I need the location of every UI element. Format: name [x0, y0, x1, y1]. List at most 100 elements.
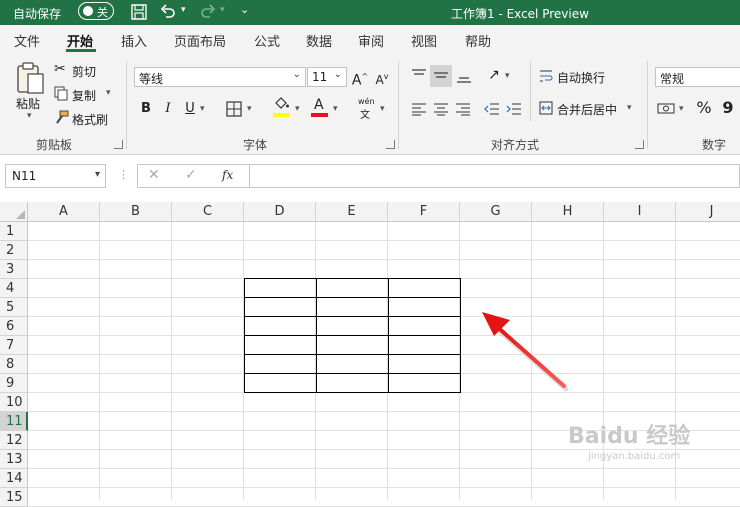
font-color-dropdown-icon[interactable]: ▾ — [333, 104, 338, 114]
orientation-icon[interactable]: ↗ — [484, 65, 504, 85]
row-header-1[interactable]: 1 — [0, 222, 28, 241]
bordered-cell-f5[interactable] — [388, 297, 461, 317]
column-header-e[interactable]: E — [316, 202, 388, 222]
customize-toolbar-icon[interactable]: ⌄ — [240, 3, 249, 16]
column-header-d[interactable]: D — [244, 202, 316, 222]
row-header-4[interactable]: 4 — [0, 279, 28, 298]
bordered-cell-f9[interactable] — [388, 373, 461, 393]
column-header-g[interactable]: G — [460, 202, 532, 222]
bordered-cell-f6[interactable] — [388, 316, 461, 336]
column-header-a[interactable]: A — [28, 202, 100, 222]
select-all-button[interactable] — [0, 202, 28, 222]
formula-input[interactable] — [250, 164, 740, 188]
bordered-cell-e4[interactable] — [316, 278, 389, 298]
borders-dropdown-icon[interactable]: ▾ — [247, 104, 252, 114]
increase-indent-icon[interactable] — [506, 102, 522, 116]
row-header-14[interactable]: 14 — [0, 469, 28, 488]
row-header-8[interactable]: 8 — [0, 355, 28, 374]
align-right-icon[interactable] — [455, 102, 471, 116]
bordered-cell-e6[interactable] — [316, 316, 389, 336]
undo-dropdown-icon[interactable]: ▾ — [181, 5, 186, 15]
bordered-cell-f4[interactable] — [388, 278, 461, 298]
cut-button[interactable]: ✂ 剪切 — [54, 61, 124, 79]
grow-font-icon[interactable]: A^ — [350, 67, 370, 89]
name-box[interactable]: N11 ▾ — [5, 164, 106, 188]
fill-color-dropdown-icon[interactable]: ▾ — [295, 104, 300, 114]
row-header-5[interactable]: 5 — [0, 298, 28, 317]
italic-button[interactable]: I — [158, 99, 178, 119]
column-header-b[interactable]: B — [100, 202, 172, 222]
column-header-i[interactable]: I — [604, 202, 676, 222]
row-header-11[interactable]: 11 — [0, 412, 28, 431]
align-left-icon[interactable] — [411, 102, 427, 116]
row-header-7[interactable]: 7 — [0, 336, 28, 355]
merge-center-button[interactable]: 合并后居中 ▾ — [539, 99, 639, 119]
align-middle-button[interactable] — [430, 65, 452, 87]
bold-button[interactable]: B — [136, 99, 156, 119]
insert-function-button[interactable]: fx — [222, 168, 233, 182]
bordered-cell-d6[interactable] — [244, 316, 317, 336]
bordered-cell-d4[interactable] — [244, 278, 317, 298]
font-name-select[interactable]: 等线 ⌄ — [134, 67, 306, 87]
row-header-12[interactable]: 12 — [0, 431, 28, 450]
save-icon[interactable] — [130, 3, 148, 21]
font-size-select[interactable]: 11 ⌄ — [307, 67, 347, 87]
bordered-cell-e9[interactable] — [316, 373, 389, 393]
merge-dropdown-icon[interactable]: ▾ — [627, 103, 632, 113]
column-header-f[interactable]: F — [388, 202, 460, 222]
borders-icon[interactable] — [226, 101, 242, 117]
drag-handle-icon[interactable]: ⋮ — [118, 168, 129, 181]
column-header-c[interactable]: C — [172, 202, 244, 222]
font-launcher-icon[interactable] — [386, 140, 395, 149]
copy-dropdown-icon[interactable]: ▾ — [106, 88, 111, 98]
row-header-15[interactable]: 15 — [0, 488, 28, 507]
phonetic-button[interactable]: wén 文 — [356, 97, 378, 121]
bordered-cell-d8[interactable] — [244, 354, 317, 374]
column-header-j[interactable]: J — [676, 202, 740, 222]
row-header-6[interactable]: 6 — [0, 317, 28, 336]
tab-view[interactable]: 视图 — [411, 31, 437, 50]
autosave-toggle[interactable]: 关 — [78, 2, 114, 20]
align-center-icon[interactable] — [433, 102, 449, 116]
undo-icon[interactable] — [160, 3, 176, 19]
tab-file[interactable]: 文件 — [14, 31, 40, 50]
fill-color-button[interactable] — [272, 97, 292, 119]
comma-style-button[interactable]: 9 — [718, 98, 738, 118]
orientation-dropdown-icon[interactable]: ▾ — [505, 71, 510, 81]
tab-review[interactable]: 审阅 — [358, 31, 384, 50]
underline-dropdown-icon[interactable]: ▾ — [200, 104, 205, 114]
tab-formulas[interactable]: 公式 — [254, 31, 280, 50]
row-header-10[interactable]: 10 — [0, 393, 28, 412]
bordered-cell-d5[interactable] — [244, 297, 317, 317]
bordered-cell-d9[interactable] — [244, 373, 317, 393]
decrease-indent-icon[interactable] — [484, 102, 500, 116]
percent-button[interactable]: % — [694, 98, 714, 118]
alignment-launcher-icon[interactable] — [635, 140, 644, 149]
paste-button[interactable]: 粘贴 ▾ — [14, 61, 48, 121]
format-painter-button[interactable]: 格式刷 — [54, 109, 124, 127]
underline-button[interactable]: U — [180, 99, 200, 119]
tab-data[interactable]: 数据 — [306, 31, 332, 50]
paste-dropdown-icon[interactable]: ▾ — [27, 111, 32, 121]
tab-help[interactable]: 帮助 — [465, 31, 491, 50]
currency-dropdown-icon[interactable]: ▾ — [679, 104, 684, 114]
wrap-text-button[interactable]: 自动换行 — [539, 67, 619, 87]
bordered-cell-e7[interactable] — [316, 335, 389, 355]
bordered-cell-e5[interactable] — [316, 297, 389, 317]
bordered-cell-f7[interactable] — [388, 335, 461, 355]
row-header-2[interactable]: 2 — [0, 241, 28, 260]
align-bottom-icon[interactable] — [456, 69, 472, 83]
shrink-font-icon[interactable]: Av — [372, 67, 392, 87]
row-header-9[interactable]: 9 — [0, 374, 28, 393]
column-header-h[interactable]: H — [532, 202, 604, 222]
bordered-cell-d7[interactable] — [244, 335, 317, 355]
font-color-button[interactable]: A — [310, 97, 330, 119]
number-format-select[interactable]: 常规 — [655, 67, 740, 87]
copy-button[interactable]: 复制 ▾ — [54, 85, 124, 103]
bordered-cell-e8[interactable] — [316, 354, 389, 374]
row-header-3[interactable]: 3 — [0, 260, 28, 279]
clipboard-launcher-icon[interactable] — [114, 140, 123, 149]
bordered-cell-f8[interactable] — [388, 354, 461, 374]
phonetic-dropdown-icon[interactable]: ▾ — [380, 104, 385, 114]
currency-icon[interactable] — [657, 100, 675, 116]
